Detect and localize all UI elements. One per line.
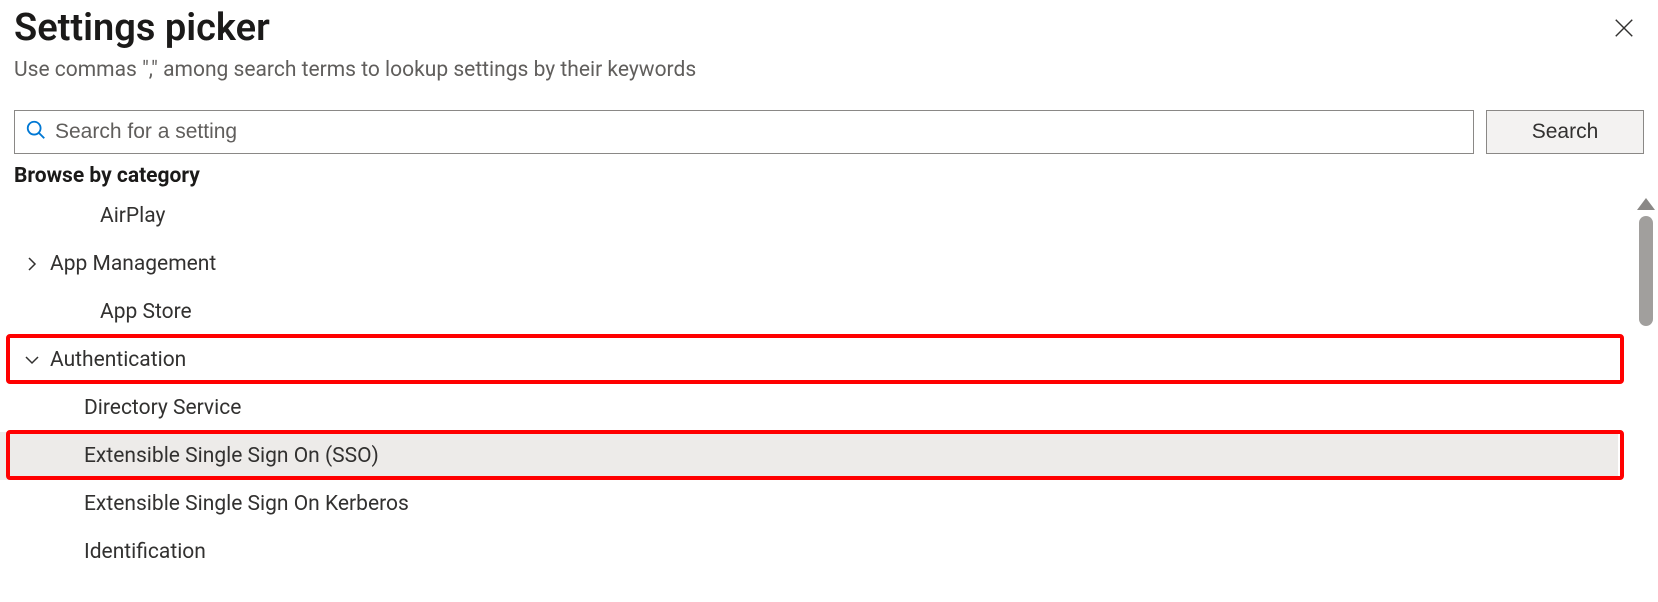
close-icon: [1613, 17, 1635, 43]
search-input[interactable]: [55, 120, 1463, 144]
category-item-directory-service[interactable]: Directory Service: [0, 384, 1618, 432]
chevron-down-icon[interactable]: [22, 352, 42, 368]
category-item-app-store[interactable]: App Store: [0, 288, 1618, 336]
page-subtitle: Use commas "," among search terms to loo…: [14, 58, 696, 82]
category-label: Extensible Single Sign On Kerberos: [84, 492, 409, 516]
category-item-identification[interactable]: Identification: [0, 528, 1618, 576]
category-tree: AirPlay App Management App Store Authentica…: [0, 192, 1658, 576]
chevron-right-icon[interactable]: [22, 256, 42, 272]
category-item-authentication[interactable]: Authentication: [0, 336, 1618, 384]
category-label: App Management: [50, 252, 216, 276]
category-label: Authentication: [50, 348, 186, 372]
scrollbar[interactable]: [1634, 198, 1658, 602]
category-label: Identification: [84, 540, 206, 564]
category-label: AirPlay: [100, 204, 165, 228]
scroll-thumb[interactable]: [1639, 216, 1653, 326]
browse-by-category-label: Browse by category: [0, 154, 1658, 192]
category-item-extensible-single-sign-on-sso[interactable]: Extensible Single Sign On (SSO): [0, 432, 1618, 480]
close-button[interactable]: [1610, 16, 1638, 44]
category-item-app-management[interactable]: App Management: [0, 240, 1618, 288]
scroll-up-icon[interactable]: [1637, 198, 1655, 210]
search-box[interactable]: [14, 110, 1474, 154]
search-icon: [25, 119, 47, 145]
search-button[interactable]: Search: [1486, 110, 1644, 154]
category-label: Directory Service: [84, 396, 241, 420]
search-button-label: Search: [1532, 120, 1599, 144]
page-title: Settings picker: [14, 6, 696, 52]
category-item-extensible-single-sign-on-kerberos[interactable]: Extensible Single Sign On Kerberos: [0, 480, 1618, 528]
category-label: App Store: [100, 300, 192, 324]
category-item-airplay[interactable]: AirPlay: [0, 192, 1618, 240]
category-label: Extensible Single Sign On (SSO): [84, 444, 379, 468]
